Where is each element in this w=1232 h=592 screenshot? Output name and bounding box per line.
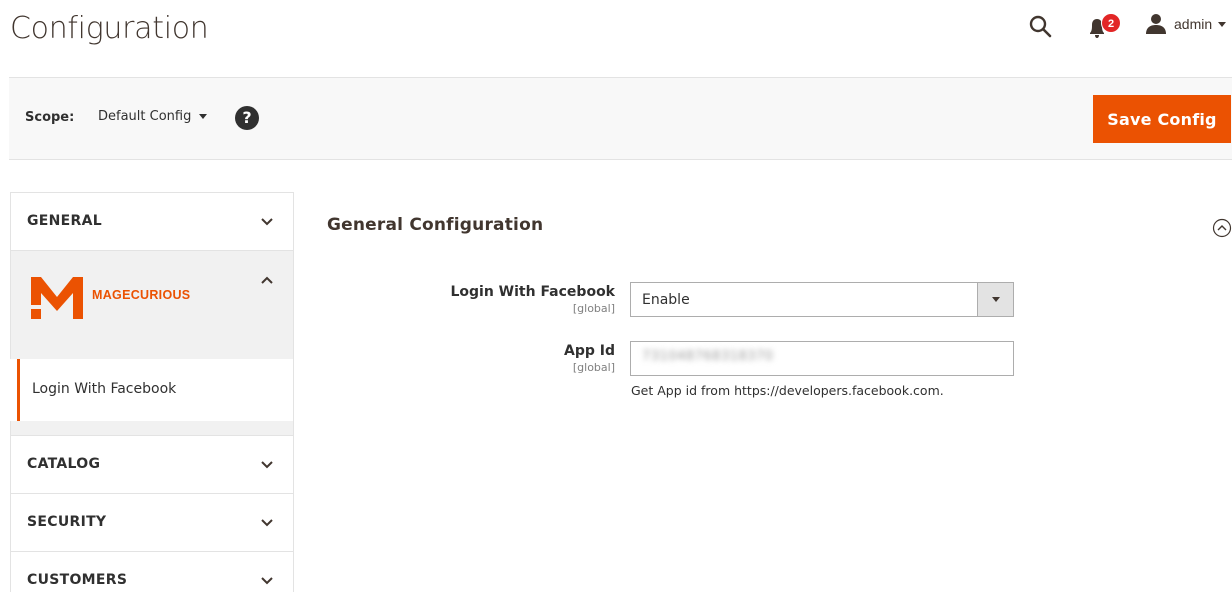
- scope-switcher[interactable]: Default Config: [98, 109, 208, 124]
- help-icon[interactable]: ?: [235, 106, 259, 130]
- app-id-note: Get App id from https://developers.faceb…: [631, 383, 944, 398]
- sidebar-item-login-with-facebook[interactable]: Login With Facebook: [17, 359, 294, 421]
- collapse-circle-icon[interactable]: [1212, 218, 1232, 238]
- field-label-login-with-facebook: Login With Facebook: [450, 284, 615, 300]
- sidebar-item-label: Login With Facebook: [32, 381, 177, 397]
- tab-title: SECURITY: [27, 514, 107, 530]
- config-sidebar: GENERAL MAGECURIOUS Login With Facebook …: [10, 192, 294, 592]
- field-scope: [global]: [572, 302, 615, 315]
- tab-general[interactable]: GENERAL: [10, 192, 294, 250]
- scope-bar: Scope: Default Config ? Save Config: [9, 77, 1232, 160]
- chevron-down-icon: [261, 577, 273, 585]
- tab-magecurious[interactable]: MAGECURIOUS: [10, 250, 294, 350]
- section-title[interactable]: General Configuration: [327, 215, 543, 235]
- magecurious-brand: MAGECURIOUS: [92, 288, 191, 302]
- chevron-down-icon: [199, 114, 208, 119]
- login-with-facebook-select[interactable]: Enable: [630, 282, 1014, 317]
- page-title: Configuration: [10, 11, 209, 46]
- save-config-button[interactable]: Save Config: [1093, 95, 1231, 143]
- sub-spacer: [10, 350, 294, 359]
- field-scope: [global]: [572, 361, 615, 374]
- search-icon[interactable]: [1028, 14, 1052, 38]
- notification-count-badge[interactable]: 2: [1101, 13, 1121, 33]
- scope-value: Default Config: [98, 109, 192, 124]
- user-menu[interactable]: admin: [1145, 12, 1227, 36]
- tab-title: CATALOG: [27, 456, 101, 472]
- sub-spacer: [10, 421, 294, 435]
- magecurious-logo: [31, 277, 83, 319]
- chevron-down-icon: [261, 461, 273, 469]
- tab-title: CUSTOMERS: [27, 572, 128, 588]
- tab-security[interactable]: SECURITY: [10, 493, 294, 551]
- scope-label: Scope:: [25, 110, 75, 125]
- tab-customers[interactable]: CUSTOMERS: [10, 551, 294, 592]
- user-icon: [1146, 14, 1166, 34]
- chevron-down-icon: [261, 218, 273, 226]
- field-label-app-id: App Id: [564, 343, 615, 359]
- user-name: admin: [1174, 16, 1213, 32]
- select-value: Enable: [642, 292, 690, 308]
- chevron-down-icon: [1218, 21, 1227, 27]
- chevron-down-icon: [261, 519, 273, 527]
- chevron-down-icon: [977, 283, 1013, 316]
- chevron-up-icon: [261, 276, 273, 284]
- tab-catalog[interactable]: CATALOG: [10, 435, 294, 493]
- tab-title: GENERAL: [27, 213, 102, 229]
- app-id-input[interactable]: [630, 341, 1014, 376]
